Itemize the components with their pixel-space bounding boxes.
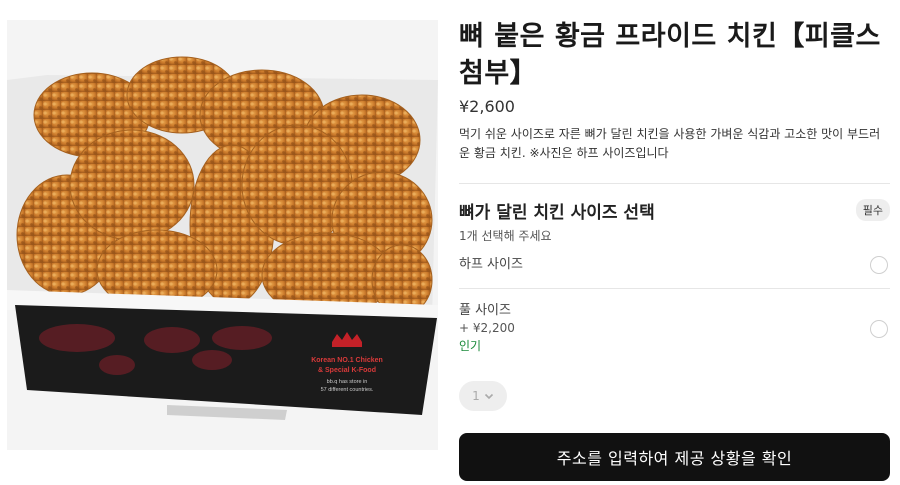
option-label: 풀 사이즈 (459, 303, 511, 318)
chevron-down-icon (484, 393, 493, 400)
check-address-button[interactable]: 주소를 입력하여 제공 상황을 확인 (459, 433, 890, 481)
box-text-line1: Korean NO.1 Chicken (311, 357, 383, 364)
product-title: 뼈 붙은 황금 프라이드 치킨【피클스 첨부】 (459, 21, 881, 89)
fried-chicken-box-illustration: Korean NO.1 Chicken & Special K-Food bb.… (7, 20, 438, 450)
option-group-subtitle: 1개 선택해 주세요 (459, 229, 552, 243)
option-half-size[interactable]: 하프 사이즈 (459, 251, 890, 279)
radio-button[interactable] (870, 256, 888, 274)
size-option-group: 뼈가 달린 치킨 사이즈 선택 필수 1개 선택해 주세요 (459, 198, 890, 244)
option-divider (459, 288, 890, 289)
quantity-select[interactable]: 1 (459, 381, 507, 411)
option-full-size[interactable]: 풀 사이즈 + ¥2,200 인기 (459, 302, 890, 356)
box-text-line3: bb.q has store in (327, 379, 368, 385)
radio-button[interactable] (870, 320, 888, 338)
product-image: Korean NO.1 Chicken & Special K-Food bb.… (7, 20, 438, 450)
box-text-line4: 57 different countries. (321, 387, 374, 393)
required-badge: 필수 (855, 199, 890, 221)
section-divider (459, 183, 890, 184)
option-label: 하프 사이즈 (459, 257, 523, 272)
popular-tag: 인기 (459, 339, 482, 353)
box-text-line2: & Special K-Food (318, 367, 376, 374)
product-price: ¥2,600 (459, 97, 515, 116)
product-details: 뼈 붙은 황금 프라이드 치킨【피클스 첨부】 ¥2,600 먹기 쉬운 사이즈… (459, 18, 890, 163)
option-group-title: 뼈가 달린 치킨 사이즈 선택 (459, 202, 655, 223)
option-extra-price: + ¥2,200 (459, 321, 515, 335)
product-description: 먹기 쉬운 사이즈로 자른 뼈가 달린 치킨을 사용한 가벼운 식감과 고소한 … (459, 127, 881, 160)
quantity-value: 1 (472, 389, 480, 403)
